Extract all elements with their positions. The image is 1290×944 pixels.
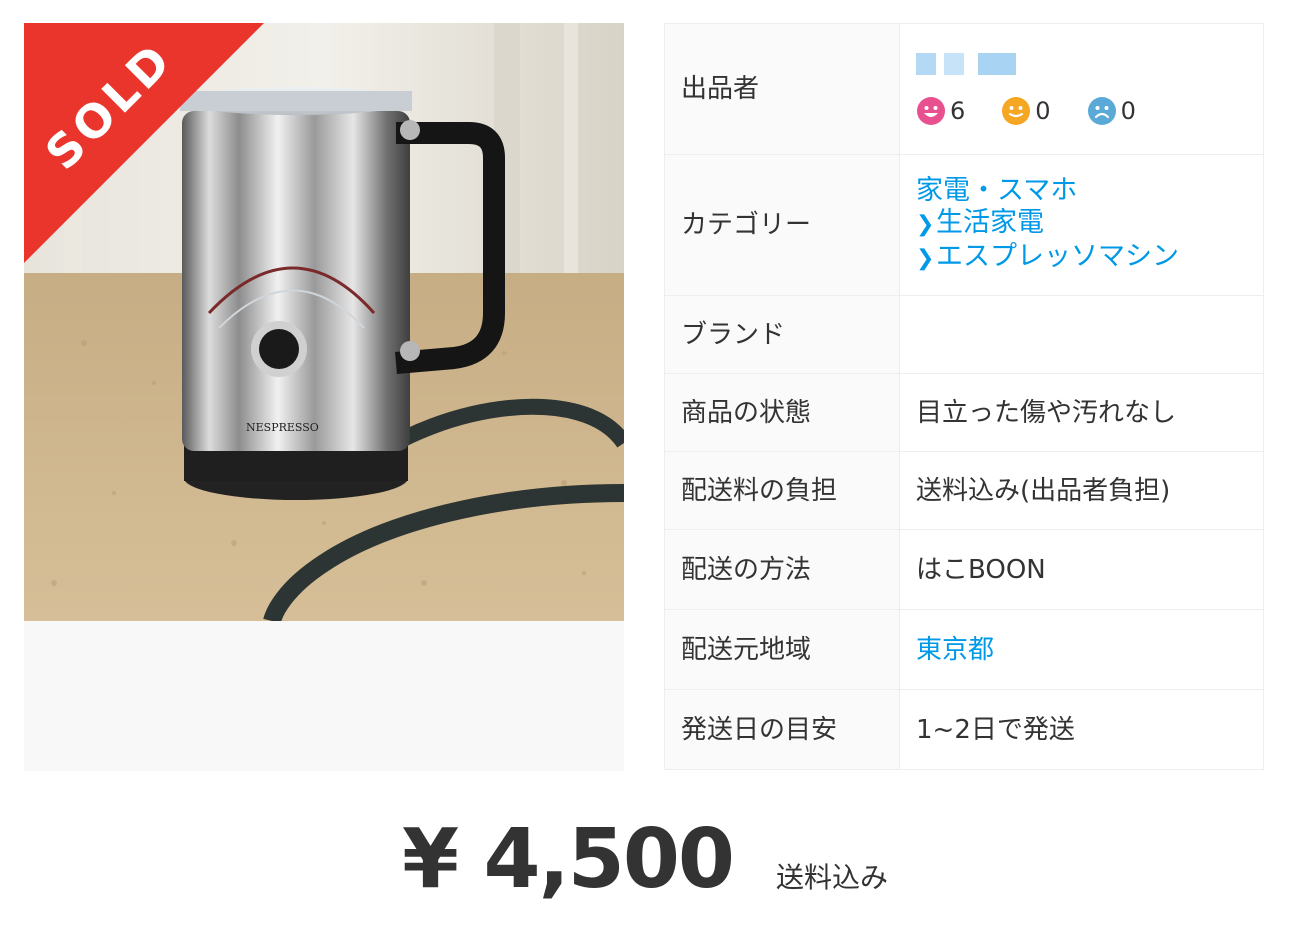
rating-normal-count: 0 [1035, 97, 1051, 125]
seller-cell: 6 0 0 [899, 23, 1264, 155]
rating-normal: 0 [1001, 95, 1051, 127]
category-cell: 家電・スマホ ❯生活家電 ❯エスプレッソマシン [899, 154, 1264, 296]
seller-ratings: 6 0 0 [916, 95, 1247, 127]
item-detail-page: NESPRESSO SOLD 出品者 6 0 0 カテゴリー 家電・スマホ ❯生… [0, 0, 1290, 944]
item-detail-table: 出品者 6 0 0 カテゴリー 家電・スマホ ❯生活家電 ❯エスプレッソマシン … [664, 23, 1264, 770]
condition-label: 商品の状態 [664, 373, 900, 452]
shipping-days-label: 発送日の目安 [664, 689, 900, 770]
shipping-fee-label: 配送料の負担 [664, 451, 900, 530]
price-amount: ¥ 4,500 [401, 812, 735, 907]
category-label: カテゴリー [664, 154, 900, 296]
shipping-from-link[interactable]: 東京都 [916, 635, 994, 665]
bad-face-icon [1087, 97, 1116, 125]
good-face-icon [917, 97, 945, 125]
sold-ribbon: SOLD [24, 23, 264, 263]
shipping-from-row: 配送元地域 東京都 [664, 609, 1264, 690]
seller-row: 出品者 6 0 0 [664, 23, 1264, 155]
shipping-days-row: 発送日の目安 1~2日で発送 [664, 689, 1264, 770]
chevron-right-icon: ❯ [916, 246, 935, 271]
rating-bad: 0 [1087, 95, 1136, 127]
brand-label: ブランド [664, 295, 900, 374]
shipping-method-value: はこBOON [899, 529, 1264, 610]
shipping-days-value: 1~2日で発送 [899, 689, 1264, 770]
shipping-from-cell: 東京都 [899, 609, 1264, 690]
category-link-level-3[interactable]: ❯エスプレッソマシン [916, 241, 1247, 275]
shipping-method-row: 配送の方法 はこBOON [664, 529, 1264, 610]
shipping-fee-row: 配送料の負担 送料込み(出品者負担) [664, 451, 1264, 530]
shipping-from-label: 配送元地域 [664, 609, 900, 690]
shipping-included-note: 送料込み [776, 861, 889, 894]
rating-good: 6 [916, 95, 965, 127]
condition-row: 商品の状態 目立った傷や汚れなし [664, 373, 1264, 452]
seller-name-link[interactable] [916, 53, 1016, 75]
shipping-fee-value: 送料込み(出品者負担) [899, 451, 1264, 530]
brand-value [899, 295, 1264, 374]
category-row: カテゴリー 家電・スマホ ❯生活家電 ❯エスプレッソマシン [664, 154, 1264, 296]
photo-area: NESPRESSO SOLD [24, 23, 624, 771]
price-area: ¥ 4,500 送料込み [0, 812, 1290, 922]
brand-row: ブランド [664, 295, 1264, 374]
nespresso-logo: NESPRESSO [246, 421, 319, 434]
category-link-level-1[interactable]: 家電・スマホ [916, 175, 1247, 207]
category-link-level-2[interactable]: ❯生活家電 [916, 207, 1247, 241]
seller-label: 出品者 [664, 23, 900, 155]
rating-bad-count: 0 [1120, 97, 1136, 125]
shipping-method-label: 配送の方法 [664, 529, 900, 610]
product-photo[interactable]: NESPRESSO SOLD [24, 23, 624, 621]
condition-value: 目立った傷や汚れなし [899, 373, 1264, 452]
normal-face-icon [1002, 97, 1031, 125]
rating-good-count: 6 [950, 97, 966, 125]
chevron-right-icon: ❯ [916, 212, 935, 237]
